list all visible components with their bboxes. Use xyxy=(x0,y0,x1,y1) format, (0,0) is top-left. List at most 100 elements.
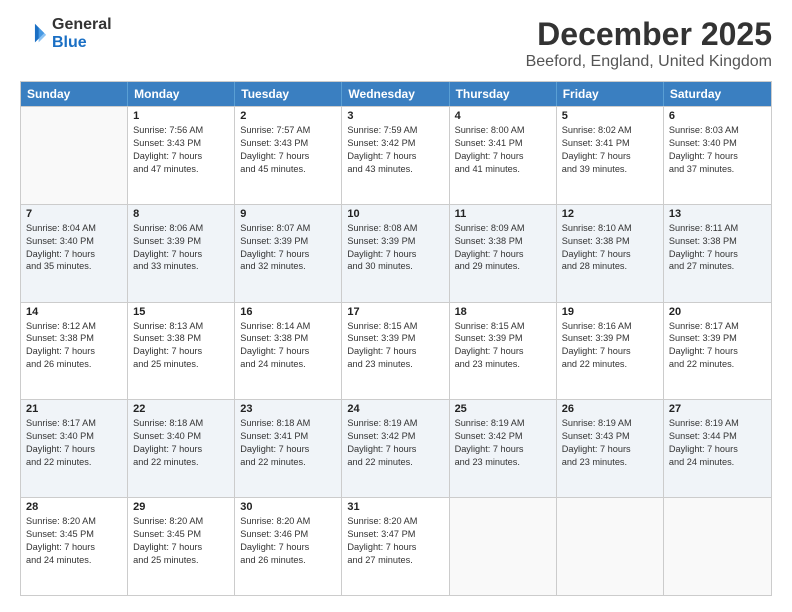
day-number: 17 xyxy=(347,306,443,318)
day-number: 29 xyxy=(133,501,229,513)
title-block: December 2025 Beeford, England, United K… xyxy=(526,16,772,71)
cal-cell-16: 16Sunrise: 8:14 AMSunset: 3:38 PMDayligh… xyxy=(235,303,342,400)
day-number: 20 xyxy=(669,306,766,318)
day-info: Sunrise: 8:10 AMSunset: 3:38 PMDaylight:… xyxy=(562,222,658,274)
day-info: Sunrise: 8:15 AMSunset: 3:39 PMDaylight:… xyxy=(347,320,443,372)
calendar: SundayMondayTuesdayWednesdayThursdayFrid… xyxy=(20,81,772,596)
cal-week-3: 14Sunrise: 8:12 AMSunset: 3:38 PMDayligh… xyxy=(21,302,771,400)
cal-cell-21: 21 Sunrise: 8:17 AMSunset: 3:40 PMDayligh… xyxy=(21,400,128,497)
day-info: Sunrise: 8:02 AMSunset: 3:41 PMDaylight:… xyxy=(562,124,658,176)
cal-header-thursday: Thursday xyxy=(450,82,557,106)
cal-cell-25: 25 Sunrise: 8:19 AMSunset: 3:42 PMDayligh… xyxy=(450,400,557,497)
cal-cell-11: 11 Sunrise: 8:09 AMSunset: 3:38 PMDayligh… xyxy=(450,205,557,302)
day-number: 8 xyxy=(133,208,229,220)
cal-cell-empty xyxy=(21,107,128,204)
calendar-page: General Blue December 2025 Beeford, Engl… xyxy=(0,0,792,612)
day-number: 10 xyxy=(347,208,443,220)
calendar-header: SundayMondayTuesdayWednesdayThursdayFrid… xyxy=(21,82,771,106)
calendar-body: 1 Sunrise: 7:56 AMSunset: 3:43 PMDaylight… xyxy=(21,106,771,595)
cal-cell-4: 4 Sunrise: 8:00 AMSunset: 3:41 PMDaylight… xyxy=(450,107,557,204)
day-info: Sunrise: 8:00 AMSunset: 3:41 PMDaylight:… xyxy=(455,124,551,176)
day-number: 28 xyxy=(26,501,122,513)
cal-cell-empty xyxy=(557,498,664,595)
day-info: Sunrise: 7:56 AMSunset: 3:43 PMDaylight:… xyxy=(133,124,229,176)
day-number: 21 xyxy=(26,403,122,415)
day-info: Sunrise: 8:19 AMSunset: 3:42 PMDaylight:… xyxy=(347,417,443,469)
day-number: 13 xyxy=(669,208,766,220)
day-info: Sunrise: 8:20 AMSunset: 3:46 PMDaylight:… xyxy=(240,515,336,567)
day-info: Sunrise: 8:20 AMSunset: 3:45 PMDaylight:… xyxy=(133,515,229,567)
day-info: Sunrise: 8:20 AMSunset: 3:47 PMDaylight:… xyxy=(347,515,443,567)
cal-week-4: 21 Sunrise: 8:17 AMSunset: 3:40 PMDayligh… xyxy=(21,399,771,497)
cal-week-1: 1 Sunrise: 7:56 AMSunset: 3:43 PMDaylight… xyxy=(21,106,771,204)
day-number: 25 xyxy=(455,403,551,415)
day-number: 18 xyxy=(455,306,551,318)
day-number: 6 xyxy=(669,110,766,122)
cal-header-tuesday: Tuesday xyxy=(235,82,342,106)
day-info: Sunrise: 8:03 AMSunset: 3:40 PMDaylight:… xyxy=(669,124,766,176)
day-number: 24 xyxy=(347,403,443,415)
day-info: Sunrise: 8:17 AMSunset: 3:40 PMDaylight:… xyxy=(26,417,122,469)
cal-week-2: 7 Sunrise: 8:04 AMSunset: 3:40 PMDaylight… xyxy=(21,204,771,302)
cal-cell-13: 13Sunrise: 8:11 AMSunset: 3:38 PMDayligh… xyxy=(664,205,771,302)
cal-cell-17: 17 Sunrise: 8:15 AMSunset: 3:39 PMDayligh… xyxy=(342,303,449,400)
cal-cell-8: 8 Sunrise: 8:06 AMSunset: 3:39 PMDaylight… xyxy=(128,205,235,302)
day-number: 23 xyxy=(240,403,336,415)
day-number: 30 xyxy=(240,501,336,513)
day-number: 4 xyxy=(455,110,551,122)
cal-header-sunday: Sunday xyxy=(21,82,128,106)
day-info: Sunrise: 8:17 AMSunset: 3:39 PMDaylight:… xyxy=(669,320,766,372)
cal-week-5: 28 Sunrise: 8:20 AMSunset: 3:45 PMDayligh… xyxy=(21,497,771,595)
cal-cell-27: 27Sunrise: 8:19 AMSunset: 3:44 PMDayligh… xyxy=(664,400,771,497)
cal-cell-18: 18Sunrise: 8:15 AMSunset: 3:39 PMDayligh… xyxy=(450,303,557,400)
cal-cell-29: 29 Sunrise: 8:20 AMSunset: 3:45 PMDayligh… xyxy=(128,498,235,595)
day-info: Sunrise: 8:20 AMSunset: 3:45 PMDaylight:… xyxy=(26,515,122,567)
logo-text: General Blue xyxy=(52,16,112,53)
day-info: Sunrise: 8:19 AMSunset: 3:43 PMDaylight:… xyxy=(562,417,658,469)
cal-cell-2: 2 Sunrise: 7:57 AMSunset: 3:43 PMDaylight… xyxy=(235,107,342,204)
day-info: Sunrise: 8:18 AMSunset: 3:41 PMDaylight:… xyxy=(240,417,336,469)
cal-cell-empty xyxy=(450,498,557,595)
day-number: 31 xyxy=(347,501,443,513)
cal-header-saturday: Saturday xyxy=(664,82,771,106)
cal-cell-24: 24 Sunrise: 8:19 AMSunset: 3:42 PMDayligh… xyxy=(342,400,449,497)
day-number: 5 xyxy=(562,110,658,122)
cal-cell-31: 31 Sunrise: 8:20 AMSunset: 3:47 PMDayligh… xyxy=(342,498,449,595)
day-info: Sunrise: 8:19 AMSunset: 3:44 PMDaylight:… xyxy=(669,417,766,469)
day-info: Sunrise: 7:57 AMSunset: 3:43 PMDaylight:… xyxy=(240,124,336,176)
cal-cell-10: 10 Sunrise: 8:08 AMSunset: 3:39 PMDayligh… xyxy=(342,205,449,302)
day-info: Sunrise: 8:19 AMSunset: 3:42 PMDaylight:… xyxy=(455,417,551,469)
cal-cell-30: 30 Sunrise: 8:20 AMSunset: 3:46 PMDayligh… xyxy=(235,498,342,595)
cal-cell-23: 23 Sunrise: 8:18 AMSunset: 3:41 PMDayligh… xyxy=(235,400,342,497)
day-number: 1 xyxy=(133,110,229,122)
day-number: 9 xyxy=(240,208,336,220)
cal-cell-20: 20 Sunrise: 8:17 AMSunset: 3:39 PMDayligh… xyxy=(664,303,771,400)
day-info: Sunrise: 8:04 AMSunset: 3:40 PMDaylight:… xyxy=(26,222,122,274)
day-info: Sunrise: 8:09 AMSunset: 3:38 PMDaylight:… xyxy=(455,222,551,274)
cal-cell-9: 9 Sunrise: 8:07 AMSunset: 3:39 PMDaylight… xyxy=(235,205,342,302)
cal-cell-14: 14Sunrise: 8:12 AMSunset: 3:38 PMDayligh… xyxy=(21,303,128,400)
day-number: 7 xyxy=(26,208,122,220)
cal-cell-12: 12Sunrise: 8:10 AMSunset: 3:38 PMDayligh… xyxy=(557,205,664,302)
day-number: 11 xyxy=(455,208,551,220)
cal-cell-22: 22Sunrise: 8:18 AMSunset: 3:40 PMDayligh… xyxy=(128,400,235,497)
cal-cell-5: 5 Sunrise: 8:02 AMSunset: 3:41 PMDaylight… xyxy=(557,107,664,204)
day-number: 2 xyxy=(240,110,336,122)
day-number: 3 xyxy=(347,110,443,122)
cal-cell-28: 28 Sunrise: 8:20 AMSunset: 3:45 PMDayligh… xyxy=(21,498,128,595)
day-info: Sunrise: 8:06 AMSunset: 3:39 PMDaylight:… xyxy=(133,222,229,274)
cal-cell-7: 7 Sunrise: 8:04 AMSunset: 3:40 PMDaylight… xyxy=(21,205,128,302)
day-number: 26 xyxy=(562,403,658,415)
day-info: Sunrise: 8:07 AMSunset: 3:39 PMDaylight:… xyxy=(240,222,336,274)
cal-header-monday: Monday xyxy=(128,82,235,106)
day-info: Sunrise: 8:16 AMSunset: 3:39 PMDaylight:… xyxy=(562,320,658,372)
cal-cell-26: 26 Sunrise: 8:19 AMSunset: 3:43 PMDayligh… xyxy=(557,400,664,497)
day-number: 15 xyxy=(133,306,229,318)
page-header: General Blue December 2025 Beeford, Engl… xyxy=(20,16,772,71)
day-info: Sunrise: 8:08 AMSunset: 3:39 PMDaylight:… xyxy=(347,222,443,274)
day-info: Sunrise: 7:59 AMSunset: 3:42 PMDaylight:… xyxy=(347,124,443,176)
day-info: Sunrise: 8:18 AMSunset: 3:40 PMDaylight:… xyxy=(133,417,229,469)
day-info: Sunrise: 8:14 AMSunset: 3:38 PMDaylight:… xyxy=(240,320,336,372)
cal-cell-3: 3 Sunrise: 7:59 AMSunset: 3:42 PMDaylight… xyxy=(342,107,449,204)
logo-icon xyxy=(20,20,48,48)
